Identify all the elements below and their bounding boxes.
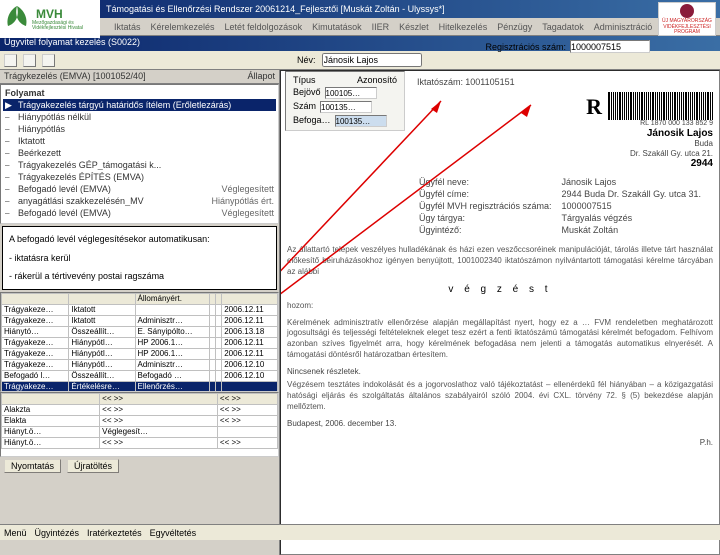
logo-left: MVH Mezőgazdasági és Vidékfejlesztési Hi…: [0, 0, 100, 38]
logo-right: ÚJ MAGYARORSZÁG VIDÉKFEJLESZTÉSI PROGRAM: [658, 2, 716, 36]
tree-item[interactable]: ⎯anyagátlási szakkezelésén_MVHiánypótlás…: [3, 195, 276, 207]
menu-item[interactable]: Hitelkezelés: [439, 22, 488, 32]
process-tree[interactable]: Folyamat ▶Trágyakezelés tárgyú határidős…: [0, 84, 279, 224]
nev-input[interactable]: [322, 53, 422, 67]
statusbar: Menü Ügyintézés Iratérkeztetés Egyvéltet…: [0, 524, 720, 540]
toolbar-btn[interactable]: [4, 54, 17, 67]
document-preview: TípusAzonosító Bejövő Szám Befoga… Iktat…: [280, 70, 720, 555]
leaf-icon: [2, 4, 32, 34]
tree-item[interactable]: ⎯Befogadó levél (EMVA)Véglegesített: [3, 183, 276, 195]
tree-item[interactable]: ⎯Hiánypótlás: [3, 123, 276, 135]
tree-item[interactable]: ▶Trágyakezelés tárgyú határidős ítélem (…: [3, 99, 276, 111]
registered-mark: R: [586, 94, 602, 120]
logo-abbr: MVH: [36, 7, 83, 21]
table-row[interactable]: Trágyakeze…Értékelésre…Ellenőrzés…: [2, 381, 278, 392]
tipus-bejovo[interactable]: [325, 87, 377, 99]
table-row[interactable]: Trágyakeze…Hiánypótl…HP 2006.1…2006.12.1…: [2, 337, 278, 348]
table-row[interactable]: Befogadó l…Összeállít…Befogadó …2006.12.…: [2, 370, 278, 381]
tree-item[interactable]: ⎯Iktatott: [3, 135, 276, 147]
left-panel-title: Trágykezelés (EMVA) [1001052/40] Állapot: [0, 70, 279, 84]
menu-item[interactable]: Tagadatok: [542, 22, 584, 32]
tipus-befoga[interactable]: [335, 115, 387, 127]
tree-item[interactable]: ⎯Trágyakezelés ÉPÍTÉS (EMVA): [3, 171, 276, 183]
regszam-field: Regisztrációs szám:: [485, 40, 650, 53]
menubar[interactable]: Iktatás Kérelemkezelés Letét feldolgozás…: [0, 18, 720, 36]
reload-button[interactable]: Újratöltés: [67, 459, 119, 473]
annotation-callout: A befogadó levél véglegesítésekor automa…: [2, 226, 277, 290]
window-title: Támogatási és Ellenőrzési Rendszer 20061…: [106, 4, 445, 14]
regszam-input[interactable]: [570, 40, 650, 53]
tree-root[interactable]: Folyamat: [3, 87, 276, 99]
menu-item[interactable]: Pénzügy: [497, 22, 532, 32]
tipus-szam[interactable]: [320, 101, 372, 113]
print-button[interactable]: Nyomtatás: [4, 459, 61, 473]
tree-item[interactable]: ⎯Beérkezett: [3, 147, 276, 159]
menu-item[interactable]: Készlet: [399, 22, 429, 32]
tree-item[interactable]: ⎯Trágyakezelés GÉP_támogatási k...: [3, 159, 276, 171]
menu-item[interactable]: Kimutatások: [312, 22, 362, 32]
toolbar-btn[interactable]: [23, 54, 36, 67]
regszam-label: Regisztrációs szám:: [485, 42, 566, 52]
table-row[interactable]: Trágyakeze…IktatottAdminisztr…2006.12.11: [2, 315, 278, 326]
logo-sub2: Vidékfejlesztési Hivatal: [32, 26, 83, 31]
table-row[interactable]: Elakta<< >><< >>: [2, 415, 278, 426]
toolbar-btn[interactable]: [42, 54, 55, 67]
barcode: [608, 92, 713, 120]
events-grid[interactable]: Állományért.Trágyakeze…Iktatott2006.12.1…: [0, 292, 279, 392]
menu-item[interactable]: Iktatás: [114, 22, 141, 32]
flower-icon: [680, 4, 694, 18]
tree-item[interactable]: ⎯Hiánypótlás nélkül: [3, 111, 276, 123]
table-row[interactable]: Trágyakeze…Hiánypótl…HP 2006.1…2006.12.1…: [2, 348, 278, 359]
window-titlebar: Támogatási és Ellenőrzési Rendszer 20061…: [0, 0, 720, 18]
menu-item[interactable]: Kérelemkezelés: [151, 22, 215, 32]
tree-item[interactable]: ⎯Befogadó levél (EMVA)Véglegesített: [3, 207, 276, 219]
nev-label: Név:: [297, 55, 316, 65]
toolbar: Név:: [0, 51, 720, 70]
table-row[interactable]: Hiánytó…Összeállít…E. Sányipólto…2006.13…: [2, 326, 278, 337]
table-row[interactable]: Trágyakeze…Iktatott2006.12.11: [2, 304, 278, 315]
state-grid[interactable]: << >><< >>Alakzta<< >><< >>Elakta<< >><<…: [0, 392, 279, 457]
table-row[interactable]: Hiányt.ö…Véglegesít…: [2, 426, 278, 437]
table-row[interactable]: Trágyakeze…Hiánypótl…Adminisztr…2006.12.…: [2, 359, 278, 370]
menu-item[interactable]: Adminisztráció: [594, 22, 653, 32]
menu-item[interactable]: Letét feldolgozások: [225, 22, 303, 32]
table-row[interactable]: Alakzta<< >><< >>: [2, 404, 278, 415]
table-row[interactable]: Hiányt.ö…<< >><< >>: [2, 437, 278, 448]
menu-item[interactable]: IIER: [372, 22, 390, 32]
